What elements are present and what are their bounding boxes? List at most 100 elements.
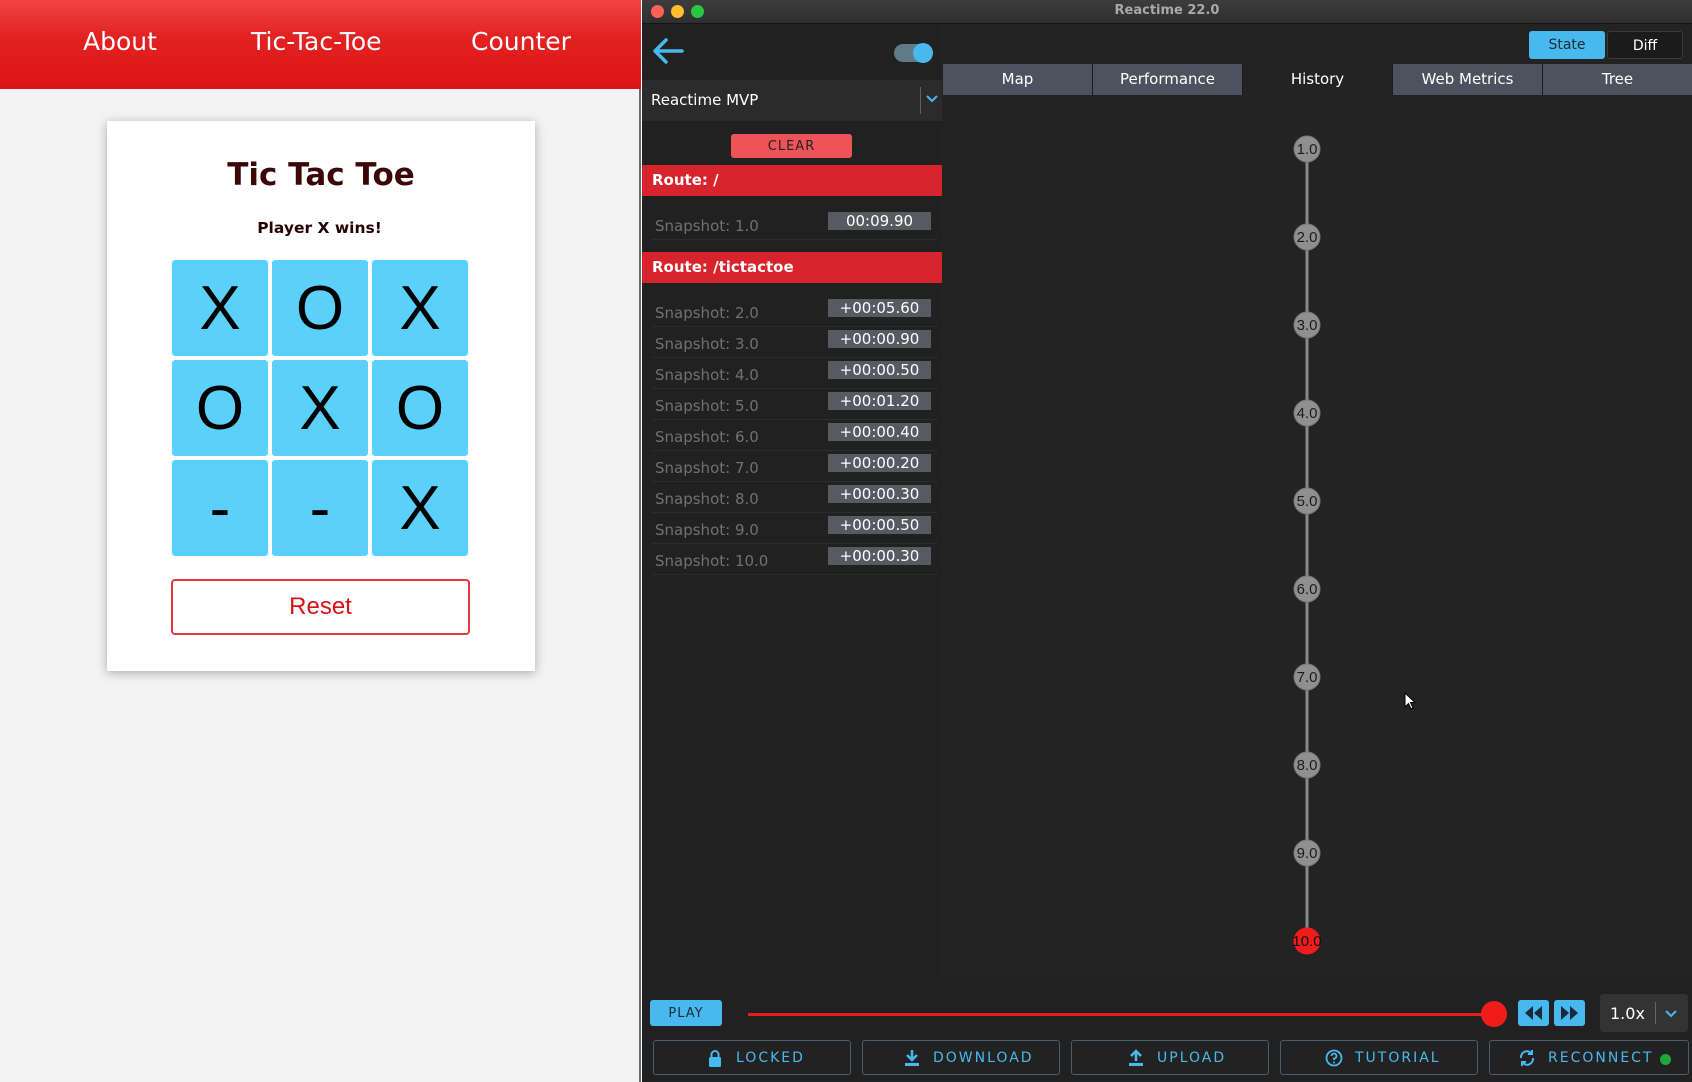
history-node-label: 10.0 [1292,933,1321,950]
history-tree: 1.0 2.0 3.0 4.0 5.0 6.0 7.0 8.0 9.0 10.0 [1292,135,1322,955]
reactime-window: Reactime 22.0 Reactime MVP CLEAR Route: … [642,0,1692,1082]
nav-link-about[interactable]: About [83,27,157,56]
history-node[interactable]: 7.0 [1293,663,1321,691]
snapshot-row[interactable]: Snapshot: 7.0 +00:00.20 [652,451,938,482]
snapshot-time: +00:00.40 [828,423,931,441]
snapshot-label: Snapshot: 8.0 [655,490,759,508]
snapshot-label: Snapshot: 9.0 [655,521,759,539]
slider-thumb[interactable] [1481,1001,1507,1027]
tab-web-metrics[interactable]: Web Metrics [1393,64,1542,95]
fast-forward-icon [1561,1006,1578,1020]
history-node[interactable]: 1.0 [1293,135,1321,163]
snapshot-time: +00:05.60 [828,299,931,317]
history-node-label: 5.0 [1297,493,1318,510]
state-button[interactable]: State [1529,31,1605,59]
mode-toggle[interactable] [894,43,933,63]
rewind-icon [1525,1006,1542,1020]
history-node[interactable]: 10.0 [1292,927,1322,955]
connection-status-dot [1660,1054,1671,1065]
toggle-knob [913,43,933,63]
history-node[interactable]: 9.0 [1293,839,1321,867]
board-cell[interactable]: X [372,260,468,356]
lock-icon [709,1050,721,1067]
reset-button[interactable]: Reset [171,579,470,635]
board-cell[interactable]: X [172,260,268,356]
state-diff-toggle: State Diff [1529,31,1686,59]
board-cell[interactable]: - [272,460,368,556]
history-node-label: 6.0 [1297,581,1318,598]
speed-value: 1.0x [1610,1004,1645,1023]
speed-divider [1655,1002,1656,1024]
demo-app-page: About Tic-Tac-Toe Counter Tic Tac Toe Pl… [0,0,641,1082]
snapshot-row[interactable]: Snapshot: 8.0 +00:00.30 [652,482,938,513]
window-title: Reactime 22.0 [1114,3,1220,18]
history-node[interactable]: 4.0 [1293,399,1321,427]
nav-link-tictactoe[interactable]: Tic-Tac-Toe [251,27,382,56]
top-nav: About Tic-Tac-Toe Counter [0,0,641,89]
snapshot-time: +00:00.20 [828,454,931,472]
mouse-cursor-icon [1404,692,1417,710]
diff-button[interactable]: Diff [1607,31,1683,59]
locked-button[interactable]: LOCKED [653,1040,851,1075]
board-cell[interactable]: X [272,360,368,456]
chevron-down-icon[interactable] [925,92,939,106]
nav-link-counter[interactable]: Counter [471,27,571,56]
snapshot-row[interactable]: Snapshot: 10.0 +00:00.30 [652,544,938,575]
download-icon [905,1050,919,1066]
playback-slider[interactable] [748,1013,1498,1016]
step-forward-button[interactable] [1554,1000,1585,1026]
tab-tree[interactable]: Tree [1543,64,1692,95]
snapshot-label: Snapshot: 4.0 [655,366,759,384]
clear-button[interactable]: CLEAR [731,134,852,158]
tab-map[interactable]: Map [943,64,1092,95]
snapshot-row[interactable]: Snapshot: 5.0 +00:01.20 [652,389,938,420]
snapshot-time: +00:00.30 [828,547,931,565]
main-panel: State Diff Map Performance History Web Metr… [943,24,1692,976]
step-back-button[interactable] [1518,1000,1549,1026]
history-node[interactable]: 3.0 [1293,311,1321,339]
play-button[interactable]: PLAY [650,1000,722,1026]
game-title: Tic Tac Toe [227,157,415,193]
route-header: Route: / [642,165,942,196]
tab-performance[interactable]: Performance [1093,64,1242,95]
tutorial-button[interactable]: TUTORIAL [1280,1040,1478,1075]
snapshot-row[interactable]: Snapshot: 9.0 +00:00.50 [652,513,938,544]
snapshot-label: Snapshot: 6.0 [655,428,759,446]
snapshot-time: +00:01.20 [828,392,931,410]
window-titlebar: Reactime 22.0 [642,0,1692,24]
board-cell[interactable]: O [272,260,368,356]
history-node[interactable]: 6.0 [1293,575,1321,603]
board-cell[interactable]: O [372,360,468,456]
snapshot-row[interactable]: Snapshot: 6.0 +00:00.40 [652,420,938,451]
upload-button[interactable]: UPLOAD [1071,1040,1269,1075]
main-tabs: Map Performance History Web Metrics Tree [943,64,1692,95]
board-cell[interactable]: - [172,460,268,556]
snapshot-label: Snapshot: 7.0 [655,459,759,477]
app-select-dropdown[interactable]: Reactime MVP [642,80,942,121]
snapshot-time: +00:00.30 [828,485,931,503]
tab-history[interactable]: History [1243,64,1392,95]
snapshot-row[interactable]: Snapshot: 2.0 +00:05.60 [652,296,938,327]
upload-icon [1129,1049,1143,1066]
snapshot-time: 00:09.90 [828,212,931,230]
history-node[interactable]: 5.0 [1293,487,1321,515]
locked-label: LOCKED [736,1050,805,1066]
snapshot-row[interactable]: Snapshot: 4.0 +00:00.50 [652,358,938,389]
snapshot-sidebar: Reactime MVP CLEAR Route: / Snapshot: 1.0… [642,24,942,976]
back-arrow-icon[interactable] [650,36,686,66]
history-node[interactable]: 2.0 [1293,223,1321,251]
speed-select[interactable]: 1.0x [1600,994,1688,1032]
snapshot-row[interactable]: Snapshot: 3.0 +00:00.90 [652,327,938,358]
reconnect-button[interactable]: RECONNECT [1489,1040,1689,1075]
history-node[interactable]: 8.0 [1293,751,1321,779]
board-cell[interactable]: X [372,460,468,556]
upload-label: UPLOAD [1157,1050,1227,1066]
history-node-label: 2.0 [1297,229,1318,246]
board-cell[interactable]: O [172,360,268,456]
snapshot-label: Snapshot: 5.0 [655,397,759,415]
chevron-down-icon [1665,1010,1677,1018]
download-button[interactable]: DOWNLOAD [862,1040,1060,1075]
snapshot-row[interactable]: Snapshot: 1.0 00:09.90 [652,209,938,240]
history-node-label: 3.0 [1297,317,1318,334]
history-node-label: 7.0 [1297,669,1318,686]
